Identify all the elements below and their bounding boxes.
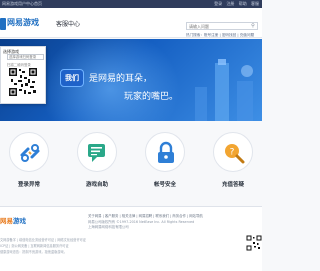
slogan-line-2: 玩家的嘴巴。 — [124, 92, 179, 102]
top-bar-title[interactable]: 网易游戏用户中心首页 — [2, 0, 42, 8]
top-link-register[interactable]: 注册 — [226, 1, 234, 6]
search-input[interactable] — [186, 22, 258, 30]
brand-logo[interactable] — [0, 18, 6, 30]
top-bar-links: 登录 注册 帮助 客服 — [211, 0, 259, 8]
service-recharge-faq-label: 充值答疑 — [221, 182, 244, 188]
service-login-issue[interactable]: 登录异常 — [4, 132, 54, 194]
footer-license-line-3: 健康游戏忠告：抵制不良游戏，拒绝盗版游戏。 — [0, 250, 67, 254]
svg-text:?: ? — [230, 148, 235, 158]
service-login-issue-circle — [9, 132, 49, 172]
footer-license-line-1: 文网游备字 | 增值电信业务经营许可证 | 网络文化经营许可证 — [0, 238, 86, 242]
service-account-security[interactable]: 帐号安全 — [140, 132, 190, 194]
footer-logo-blue: 游戏 — [13, 217, 26, 225]
chat-icon — [88, 144, 105, 162]
banner-illustration — [195, 59, 253, 121]
service-account-security-circle — [145, 132, 185, 172]
footer-company: 上海网易网络科技有限公司 — [88, 225, 129, 229]
lock-icon — [158, 141, 174, 163]
service-game-self-help-label: 游戏自助 — [85, 182, 108, 188]
footer-qr-code — [246, 235, 262, 251]
top-link-login[interactable]: 登录 — [214, 1, 222, 6]
service-recharge-faq[interactable]: ? 充值答疑 — [208, 132, 258, 194]
service-recharge-faq-circle: ? — [213, 132, 253, 172]
brand-name[interactable]: 网易游戏 — [7, 17, 39, 28]
footer-logo[interactable]: 网易游戏 — [0, 215, 26, 225]
header: 网易游戏 客服中心 ⚲ 热门搜索：账号注册 | 密码找回 | 充值问题 — [0, 8, 262, 38]
hot-search-links[interactable]: 热门搜索：账号注册 | 密码找回 | 充值问题 — [186, 33, 262, 38]
slogan-line-1: 是网易的耳朵， — [89, 74, 153, 84]
section-title: 客服中心 — [56, 21, 81, 28]
footer-links[interactable]: 关于网易 | 客户服务 | 相关法律 | 网易招聘 | 联系我们 | 商务合作 … — [88, 213, 262, 218]
footer-logo-orange: 网易 — [0, 217, 13, 225]
service-login-issue-label: 登录异常 — [17, 182, 40, 188]
footer-license-line-2: ICP证 | 浙公网安备 | 互联网新闻信息服务许可证 — [0, 244, 69, 248]
service-game-self-help-circle — [77, 132, 117, 172]
search-icon: ⚲ — [251, 23, 255, 29]
slogan-badge: 我们 — [60, 69, 84, 87]
qr-code-image — [8, 67, 38, 97]
magnifier-question-icon: ? — [225, 144, 245, 164]
top-link-service[interactable]: 客服 — [251, 1, 259, 6]
footer: 网易游戏 关于网易 | 客户服务 | 相关法律 | 网易招聘 | 联系我们 | … — [0, 206, 262, 271]
service-game-self-help[interactable]: 游戏自助 — [72, 132, 122, 194]
search-button[interactable]: ⚲ — [250, 23, 256, 29]
service-entries: 登录异常 游戏自助 帐号安全 ? 充值答疑 — [0, 122, 262, 202]
broken-link-icon — [20, 144, 40, 162]
qr-login-popup: 选择游戏 选择游戏扫码登录 扫描二维码登录 — [0, 46, 46, 104]
top-bar: 网易游戏用户中心首页 登录 注册 帮助 客服 — [0, 0, 262, 8]
game-select[interactable]: 选择游戏扫码登录 — [7, 54, 44, 60]
top-link-help[interactable]: 帮助 — [239, 1, 247, 6]
service-account-security-label: 帐号安全 — [153, 182, 176, 188]
